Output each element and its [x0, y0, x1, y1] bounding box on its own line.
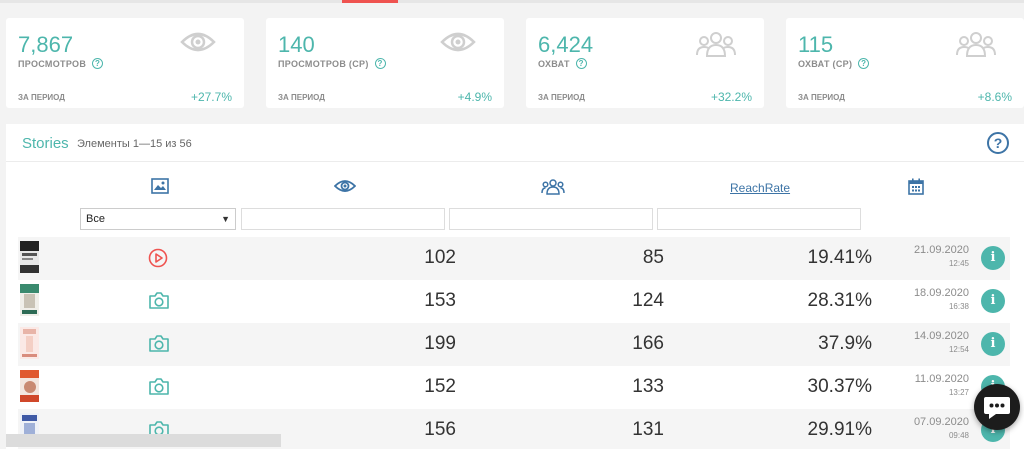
time-value: 12:54: [948, 345, 969, 354]
stat-label: ПРОСМОТРОВ (СР): [278, 58, 369, 69]
question-icon[interactable]: ?: [374, 58, 386, 69]
reachrate-value: 37.9%: [818, 333, 872, 354]
reachrate-value: 30.37%: [807, 376, 872, 397]
pagination-summary: Элементы 1—15 из 56: [77, 138, 192, 150]
table-row[interactable]: 152 133 30.37% 11.09.202013:27 i: [18, 366, 1010, 409]
stat-label-row: ОХВАТ?: [538, 58, 587, 69]
stat-delta: +8.6%: [977, 90, 1012, 104]
reachrate-value: 28.31%: [807, 290, 872, 311]
top-progress-accent: [342, 0, 398, 3]
views-filter-input[interactable]: [241, 208, 445, 230]
users-icon: [696, 32, 736, 57]
camera-icon: [149, 292, 169, 309]
story-thumbnail[interactable]: [20, 284, 39, 316]
type-filter-select[interactable]: Все ▼: [80, 208, 236, 230]
reach-value: 131: [632, 419, 664, 440]
stat-label-row: ПРОСМОТРОВ?: [18, 58, 104, 69]
table-row[interactable]: 199 166 37.9% 14.09.2020 12:54 i: [18, 323, 1010, 366]
stat-label: ОХВАТ: [538, 58, 570, 69]
story-thumbnail[interactable]: [20, 370, 39, 402]
time-value: 16:38: [948, 302, 969, 311]
question-icon[interactable]: ?: [858, 58, 870, 69]
top-progress-bar: [0, 0, 1024, 3]
image-icon[interactable]: [151, 178, 169, 194]
table-row[interactable]: 102 85 19.41% 21.09.2020 12:45 i: [18, 237, 1010, 280]
stat-value: 6,424: [538, 32, 594, 57]
stat-period: ЗА ПЕРИОД: [18, 93, 65, 102]
horizontal-scrollbar[interactable]: [6, 434, 281, 447]
question-icon[interactable]: ?: [575, 58, 587, 69]
time-value: 13:27: [948, 388, 969, 397]
users-icon: [956, 32, 996, 57]
stat-label-row: ОХВАТ (СР)?: [798, 58, 870, 69]
date-value: 11.09.2020: [914, 373, 969, 385]
question-icon[interactable]: ?: [92, 58, 104, 69]
table-row[interactable]: 153 124 28.31% 18.09.2020 16:38 i: [18, 280, 1010, 323]
calendar-icon[interactable]: [908, 178, 924, 195]
date-cell: 07.09.2020 09:48: [914, 415, 969, 443]
reach-filter-input[interactable]: [449, 208, 653, 230]
video-icon: [148, 248, 168, 268]
type-filter-value: Все: [86, 213, 105, 225]
story-thumbnail[interactable]: [20, 327, 39, 359]
camera-icon: [149, 335, 169, 352]
reach-value: 124: [632, 290, 664, 311]
views-value: 153: [424, 290, 456, 311]
stat-label: ОХВАТ (СР): [798, 58, 853, 69]
reachrate-value: 19.41%: [807, 247, 872, 268]
stat-delta: +27.7%: [190, 90, 232, 104]
date-cell: 14.09.2020 12:54: [914, 329, 969, 357]
help-icon[interactable]: ?: [987, 132, 1009, 154]
chat-button[interactable]: [974, 384, 1020, 430]
users-icon[interactable]: [541, 178, 565, 195]
views-value: 199: [424, 333, 456, 354]
eye-icon[interactable]: [334, 178, 356, 194]
panel-header: Stories Элементы 1—15 из 56 ?: [6, 124, 1024, 162]
views-value: 102: [424, 247, 456, 268]
date-cell: 11.09.2020 13:27: [915, 372, 969, 400]
chevron-down-icon: ▼: [221, 214, 230, 224]
reach-value: 85: [642, 247, 664, 268]
stat-period: ЗА ПЕРИОД: [278, 93, 325, 102]
camera-icon: [149, 378, 169, 395]
date-value: 21.09.2020: [913, 244, 969, 256]
views-value: 152: [424, 376, 456, 397]
eye-icon: [180, 32, 216, 52]
reachrate-value: 29.91%: [807, 419, 872, 440]
stat-delta: +32.2%: [710, 90, 752, 104]
stat-value: 115: [798, 32, 834, 57]
stories-panel: Stories Элементы 1—15 из 56 ? ReachRate …: [6, 124, 1024, 449]
stat-card-views: 7,867 ПРОСМОТРОВ? ЗА ПЕРИОД +27.7%: [6, 18, 244, 108]
stat-label: ПРОСМОТРОВ: [18, 58, 87, 69]
date-value: 14.09.2020: [913, 330, 969, 342]
story-thumbnail[interactable]: [20, 241, 39, 273]
stat-value: 140: [278, 32, 315, 57]
reachrate-sort-link[interactable]: ReachRate: [730, 181, 790, 195]
stat-value: 7,867: [18, 32, 74, 57]
info-button[interactable]: i: [981, 332, 1005, 356]
stat-card-avg-reach: 115 ОХВАТ (СР)? ЗА ПЕРИОД +8.6%: [786, 18, 1024, 108]
time-value: 09:48: [948, 431, 969, 440]
stat-delta: +4.9%: [457, 90, 492, 104]
panel-title: Stories: [22, 135, 69, 152]
stat-label-row: ПРОСМОТРОВ (СР)?: [278, 58, 386, 69]
reach-value: 133: [632, 376, 664, 397]
stat-card-avg-views: 140 ПРОСМОТРОВ (СР)? ЗА ПЕРИОД +4.9%: [266, 18, 504, 108]
info-button[interactable]: i: [981, 246, 1005, 270]
date-cell: 21.09.2020 12:45: [914, 243, 969, 271]
date-value: 18.09.2020: [913, 287, 969, 299]
date-value: 07.09.2020: [913, 416, 969, 428]
info-button[interactable]: i: [981, 289, 1005, 313]
chat-icon: [984, 397, 1010, 419]
stat-card-reach: 6,424 ОХВАТ? ЗА ПЕРИОД +32.2%: [526, 18, 764, 108]
stat-period: ЗА ПЕРИОД: [538, 93, 585, 102]
time-value: 12:45: [948, 259, 969, 268]
date-cell: 18.09.2020 16:38: [914, 286, 969, 314]
eye-icon: [440, 32, 476, 52]
reachrate-filter-input[interactable]: [657, 208, 861, 230]
views-value: 156: [424, 419, 456, 440]
reach-value: 166: [632, 333, 664, 354]
stat-period: ЗА ПЕРИОД: [798, 93, 845, 102]
